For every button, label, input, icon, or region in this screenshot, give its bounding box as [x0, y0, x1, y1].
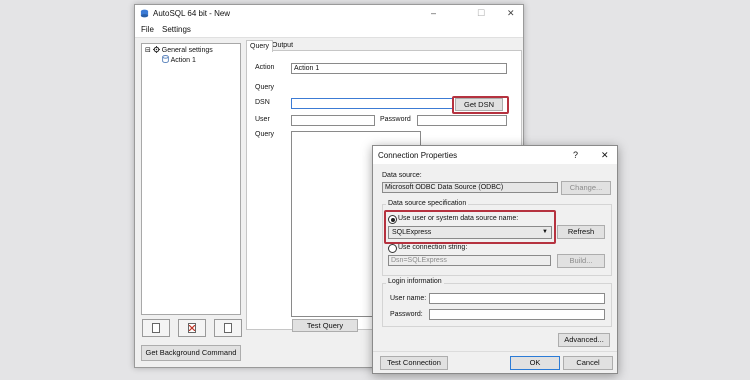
login-group-label: Login information: [386, 278, 444, 285]
password-label: Password: [380, 116, 411, 123]
menu-file[interactable]: File: [141, 25, 154, 34]
new-action-button[interactable]: [142, 319, 170, 337]
dlg-password-field[interactable]: [429, 309, 605, 320]
login-info-group: [382, 283, 612, 327]
menu-settings[interactable]: Settings: [162, 25, 191, 34]
query-group-label: Query: [255, 84, 275, 91]
advanced-button[interactable]: Advanced...: [558, 333, 610, 347]
use-dsn-radio[interactable]: [388, 215, 397, 224]
refresh-button[interactable]: Refresh: [557, 225, 605, 239]
settings-tree[interactable]: ⊟ General settings Action 1: [141, 43, 241, 315]
build-button[interactable]: Build...: [557, 254, 605, 268]
cancel-button[interactable]: Cancel: [563, 356, 613, 370]
tree-root-label: General settings: [161, 47, 213, 54]
chevron-down-icon: ▼: [542, 229, 548, 235]
test-query-button[interactable]: Test Query: [292, 319, 358, 332]
help-button[interactable]: ?: [573, 150, 578, 160]
dlg-password-label: Password:: [390, 311, 423, 318]
collapse-icon[interactable]: ⊟: [145, 47, 151, 54]
title-bar: AutoSQL 64 bit - New – ☐ ✕: [135, 5, 523, 23]
minimize-button[interactable]: –: [431, 8, 436, 18]
dsn-select[interactable]: SQLExpress ▼: [388, 226, 552, 239]
dsn-select-value: SQLExpress: [392, 229, 432, 236]
change-button[interactable]: Change...: [561, 181, 611, 195]
dsn-label: DSN: [255, 99, 270, 106]
action-label: Action: [255, 64, 275, 71]
use-connstr-label: Use connection string:: [398, 244, 468, 251]
copy-document-icon: [224, 323, 232, 333]
delete-action-button[interactable]: [178, 319, 206, 337]
use-dsn-label: Use user or system data source name:: [398, 215, 519, 222]
user-field[interactable]: [291, 115, 375, 126]
data-source-label: Data source:: [382, 172, 422, 179]
copy-action-button[interactable]: [214, 319, 242, 337]
new-document-icon: [152, 323, 160, 333]
query-label: Query: [255, 131, 275, 138]
spec-group-label: Data source specification: [386, 200, 469, 207]
dsn-field[interactable]: [291, 98, 453, 109]
dialog-divider: [373, 351, 617, 352]
user-label: User: [255, 116, 270, 123]
get-dsn-button[interactable]: Get DSN: [455, 98, 503, 111]
tree-root[interactable]: ⊟ General settings: [145, 46, 213, 54]
password-field[interactable]: [417, 115, 507, 126]
dialog-title: Connection Properties: [378, 151, 458, 160]
tab-query[interactable]: Query: [246, 40, 274, 52]
red-x-icon: [189, 325, 195, 331]
data-source-field: Microsoft ODBC Data Source (ODBC): [382, 182, 558, 193]
test-connection-button[interactable]: Test Connection: [380, 356, 448, 370]
dialog-title-bar: Connection Properties ? ✕: [373, 146, 617, 164]
gear-icon: [152, 46, 160, 53]
dialog-close-button[interactable]: ✕: [601, 150, 609, 161]
tree-item-action[interactable]: Action 1: [162, 55, 196, 64]
app-icon: [140, 9, 149, 18]
ok-button[interactable]: OK: [510, 356, 560, 370]
action-name-field[interactable]: Action 1: [291, 63, 507, 74]
tree-item-label: Action 1: [170, 57, 196, 64]
window-title: AutoSQL 64 bit - New: [153, 9, 231, 18]
close-button[interactable]: ✕: [507, 8, 515, 19]
database-icon: [162, 55, 169, 63]
connstr-field[interactable]: Dsn=SQLExpress: [388, 255, 551, 266]
get-background-command-button[interactable]: Get Background Command: [141, 345, 241, 361]
username-label: User name:: [390, 295, 427, 302]
use-connstr-radio[interactable]: [388, 244, 397, 253]
username-field[interactable]: [429, 293, 605, 304]
menu-bar: File Settings: [135, 23, 523, 38]
maximize-button[interactable]: ☐: [477, 8, 485, 19]
connection-properties-dialog: Connection Properties ? ✕ Data source: M…: [372, 145, 618, 374]
